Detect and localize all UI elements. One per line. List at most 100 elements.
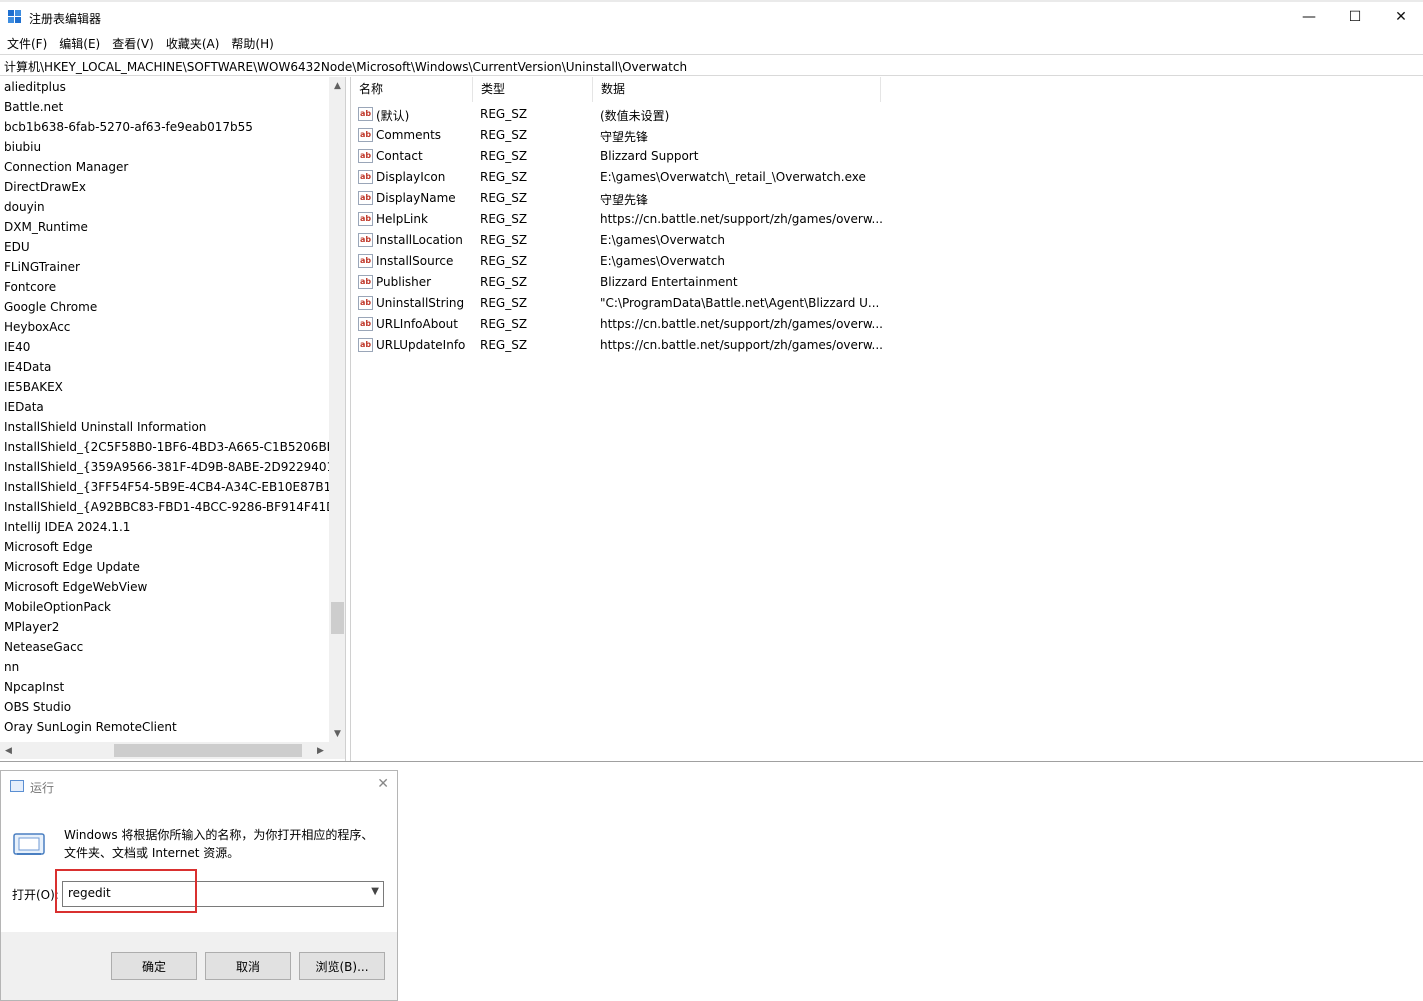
ok-button[interactable]: 确定 [111,952,197,980]
value-row[interactable]: ab URLUpdateInfo REG_SZ https://cn.battle.n… [351,335,891,356]
input-highlight-box [55,869,197,913]
tree-item[interactable]: FLiNGTrainer [0,257,329,277]
tree-item[interactable]: Battle.net [0,97,329,117]
menu-view[interactable]: 查看(V) [107,35,159,52]
window-title: 注册表编辑器 [29,12,102,26]
tree-item[interactable]: DirectDrawEx [0,177,329,197]
registry-editor-icon [8,10,22,24]
address-bar[interactable]: 计算机\HKEY_LOCAL_MACHINE\SOFTWARE\WOW6432N… [0,54,1423,76]
tree-item[interactable]: DXM_Runtime [0,217,329,237]
tree-item[interactable]: MobileOptionPack [0,597,329,617]
value-data: https://cn.battle.net/support/zh/games/o… [600,338,883,352]
tree-item[interactable]: Google Chrome [0,297,329,317]
value-type: REG_SZ [480,149,528,163]
value-data: E:\games\Overwatch [600,254,725,268]
value-name: URLUpdateInfo [376,338,466,352]
scroll-right-arrow-icon[interactable]: ▶ [312,742,329,759]
value-data: E:\games\Overwatch [600,233,725,247]
tree-horizontal-scrollbar[interactable]: ◀ ▶ [0,742,329,759]
tree-item[interactable]: InstallShield_{2C5F58B0-1BF6-4BD3-A665-C… [0,437,329,457]
value-row[interactable]: ab InstallSource REG_SZ E:\games\Overwatch [351,251,891,272]
open-label: 打开(O): [12,888,59,902]
tree-item[interactable]: IE4Data [0,357,329,377]
horizontal-scroll-thumb[interactable] [114,744,302,757]
string-value-icon: ab [358,149,373,163]
tree-item[interactable]: IE40 [0,337,329,357]
chevron-down-icon[interactable]: ▼ [371,886,379,897]
tree-vertical-scrollbar[interactable]: ▲ ▼ [329,77,345,742]
run-program-icon [13,833,45,855]
value-row[interactable]: ab UninstallString REG_SZ "C:\ProgramData\B… [351,293,891,314]
tree-item[interactable]: InstallShield_{3FF54F54-5B9E-4CB4-A34C-E… [0,477,329,497]
close-button[interactable]: ✕ [1378,2,1423,32]
value-row[interactable]: ab URLInfoAbout REG_SZ https://cn.battle.ne… [351,314,891,335]
tree-item[interactable]: biubiu [0,137,329,157]
string-value-icon: ab [358,170,373,184]
tree-item[interactable]: InstallShield_{359A9566-381F-4D9B-8ABE-2… [0,457,329,477]
menu-help[interactable]: 帮助(H) [226,35,278,52]
vertical-scroll-thumb[interactable] [331,602,344,634]
scroll-left-arrow-icon[interactable]: ◀ [0,742,17,759]
tree-item[interactable]: Microsoft EdgeWebView [0,577,329,597]
run-title-bar: 运行 ✕ [1,771,397,802]
tree-item[interactable]: Connection Manager [0,157,329,177]
tree-item[interactable]: nn [0,657,329,677]
tree-item[interactable]: IntelliJ IDEA 2024.1.1 [0,517,329,537]
value-row[interactable]: ab DisplayName REG_SZ 守望先锋 [351,188,891,209]
value-name: UninstallString [376,296,465,310]
string-value-icon: ab [358,212,373,226]
menu-favorites[interactable]: 收藏夹(A) [161,35,225,52]
menu-edit[interactable]: 编辑(E) [54,35,105,52]
run-footer: 确定 取消 浏览(B)... [1,932,397,1000]
browse-button[interactable]: 浏览(B)... [299,952,385,980]
tree-item[interactable]: InstallShield Uninstall Information [0,417,329,437]
tree-item[interactable]: bcb1b638-6fab-5270-af63-fe9eab017b55 [0,117,329,137]
tree-item[interactable]: OBS Studio [0,697,329,717]
value-row[interactable]: ab (默认) REG_SZ (数值未设置) [351,104,891,125]
value-row[interactable]: ab Contact REG_SZ Blizzard Support [351,146,891,167]
value-name: URLInfoAbout [376,317,458,331]
tree-item[interactable]: EDU [0,237,329,257]
value-data: Blizzard Entertainment [600,275,738,289]
run-close-button[interactable]: ✕ [377,776,389,792]
value-type: REG_SZ [480,191,528,205]
string-value-icon: ab [358,233,373,247]
string-value-icon: ab [358,128,373,142]
menu-file[interactable]: 文件(F) [2,35,52,52]
value-name: HelpLink [376,212,428,226]
value-row[interactable]: ab InstallLocation REG_SZ E:\games\Overwatc… [351,230,891,251]
column-header-data[interactable]: 数据 [593,77,881,102]
key-tree: alieditplus Battle.net bcb1b638-6fab-5270-… [0,77,329,742]
tree-item[interactable]: InstallShield_{A92BBC83-FBD1-4BCC-9286-B… [0,497,329,517]
value-row[interactable]: ab HelpLink REG_SZ https://cn.battle.net/su… [351,209,891,230]
value-row[interactable]: ab Comments REG_SZ 守望先锋 [351,125,891,146]
minimize-button[interactable]: — [1286,2,1332,32]
column-header-name[interactable]: 名称 [351,77,473,102]
tree-item[interactable]: NeteaseGacc [0,637,329,657]
value-type: REG_SZ [480,317,528,331]
tree-item[interactable]: HeyboxAcc [0,317,329,337]
tree-item[interactable]: Oray SunLogin RemoteClient [0,717,329,737]
value-row[interactable]: ab DisplayIcon REG_SZ E:\games\Overwatch\_r… [351,167,891,188]
tree-item[interactable]: IEData [0,397,329,417]
value-type: REG_SZ [480,254,528,268]
tree-item[interactable]: Microsoft Edge Update [0,557,329,577]
value-row[interactable]: ab Publisher REG_SZ Blizzard Entertainment [351,272,891,293]
value-name: Contact [376,149,423,163]
run-title: 运行 [30,781,55,795]
tree-item[interactable]: douyin [0,197,329,217]
tree-item[interactable]: Fontcore [0,277,329,297]
column-header-type[interactable]: 类型 [473,77,593,102]
value-type: REG_SZ [480,233,528,247]
tree-item[interactable]: alieditplus [0,77,329,97]
string-value-icon: ab [358,296,373,310]
tree-item[interactable]: IE5BAKEX [0,377,329,397]
scroll-up-arrow-icon[interactable]: ▲ [329,77,345,94]
cancel-button[interactable]: 取消 [205,952,291,980]
tree-item[interactable]: NpcapInst [0,677,329,697]
title-bar: 注册表编辑器 — ☐ ✕ [0,2,1423,32]
tree-item[interactable]: MPlayer2 [0,617,329,637]
maximize-button[interactable]: ☐ [1332,2,1378,32]
scroll-down-arrow-icon[interactable]: ▼ [329,725,345,742]
tree-item[interactable]: Microsoft Edge [0,537,329,557]
